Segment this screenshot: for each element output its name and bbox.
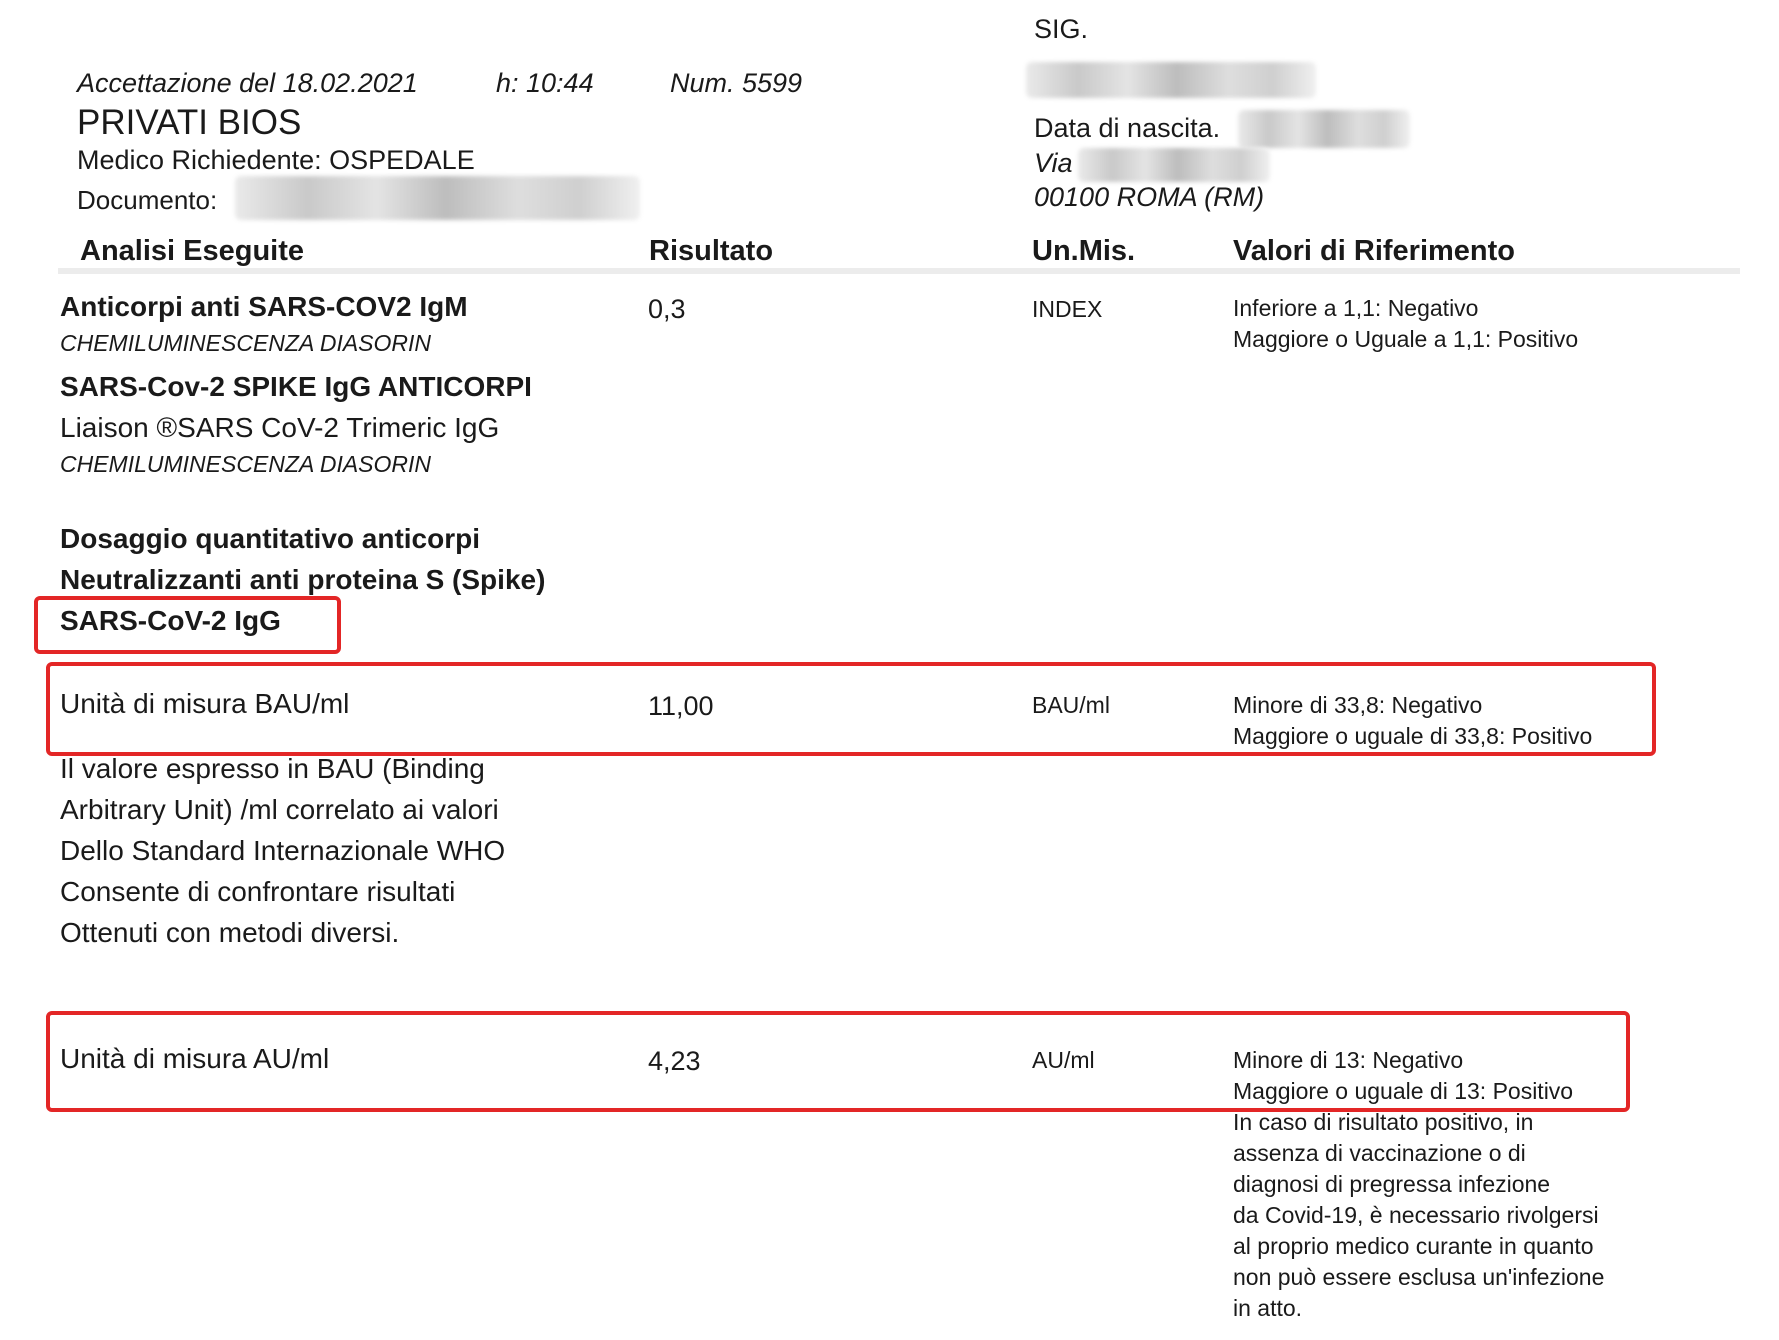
igm-unit: INDEX — [1032, 296, 1103, 322]
document-label: Documento: — [77, 185, 218, 215]
neutral-title-2: Neutralizzanti anti proteina S (Spike) — [60, 564, 546, 595]
redacted-patient-name — [1026, 62, 1316, 98]
bau-note-1: Il valore espresso in BAU (Binding — [60, 753, 485, 784]
acceptance-hour: h: 10:44 — [496, 68, 594, 98]
au-ref-3: In caso di risultato positivo, in — [1233, 1109, 1534, 1135]
requesting-doctor: Medico Richiedente: OSPEDALE — [77, 145, 475, 175]
col-reference: Valori di Riferimento — [1233, 235, 1515, 267]
spike-kit: Liaison ®SARS CoV-2 Trimeric IgG — [60, 412, 500, 443]
header-divider — [58, 268, 1740, 274]
client-name: PRIVATI BIOS — [77, 103, 302, 142]
bau-note-5: Ottenuti con metodi diversi. — [60, 917, 400, 948]
birth-label: Data di nascita. — [1034, 113, 1221, 143]
col-analysis: Analisi Eseguite — [80, 235, 305, 267]
spike-method: CHEMILUMINESCENZA DIASORIN — [60, 451, 432, 477]
neutral-title-1: Dosaggio quantitativo anticorpi — [60, 523, 481, 554]
acceptance-date: Accettazione del 18.02.2021 — [77, 68, 418, 98]
au-ref-5: diagnosi di pregressa infezione — [1233, 1171, 1551, 1197]
au-ref-4: assenza di vaccinazione o di — [1233, 1140, 1526, 1166]
au-ref-6: da Covid-19, è necessario rivolgersi — [1233, 1202, 1599, 1228]
bau-note-2: Arbitrary Unit) /ml correlato ai valori — [60, 794, 499, 825]
redacted-document — [235, 176, 640, 220]
au-ref-7: al proprio medico curante in quanto — [1233, 1233, 1594, 1259]
igm-method: CHEMILUMINESCENZA DIASORIN — [60, 330, 432, 356]
au-ref-8: non può essere esclusa un'infezione — [1233, 1264, 1605, 1290]
highlight-bau-row — [46, 662, 1656, 756]
igm-test-name: Anticorpi anti SARS-COV2 IgM — [60, 291, 468, 322]
redacted-street — [1078, 148, 1270, 182]
au-ref-9: in atto. — [1233, 1295, 1303, 1321]
igm-result: 0,3 — [648, 294, 686, 324]
col-result: Risultato — [649, 235, 774, 267]
spike-test-name: SARS-Cov-2 SPIKE IgG ANTICORPI — [60, 371, 532, 402]
bau-note-3: Dello Standard Internazionale WHO — [60, 835, 506, 866]
bau-note-4: Consente di confrontare risultati — [60, 876, 456, 907]
acceptance-number: Num. 5599 — [670, 68, 803, 98]
igm-ref-1: Inferiore a 1,1: Negativo — [1233, 295, 1479, 321]
col-unit: Un.Mis. — [1032, 235, 1136, 267]
patient-title: SIG. — [1034, 14, 1089, 44]
highlight-au-row — [46, 1011, 1630, 1112]
igm-ref-2: Maggiore o Uguale a 1,1: Positivo — [1233, 326, 1579, 352]
patient-city: 00100 ROMA (RM) — [1034, 182, 1265, 212]
street-label: Via — [1034, 148, 1073, 178]
highlight-igg-title — [34, 596, 341, 654]
redacted-birthdate — [1238, 110, 1410, 148]
